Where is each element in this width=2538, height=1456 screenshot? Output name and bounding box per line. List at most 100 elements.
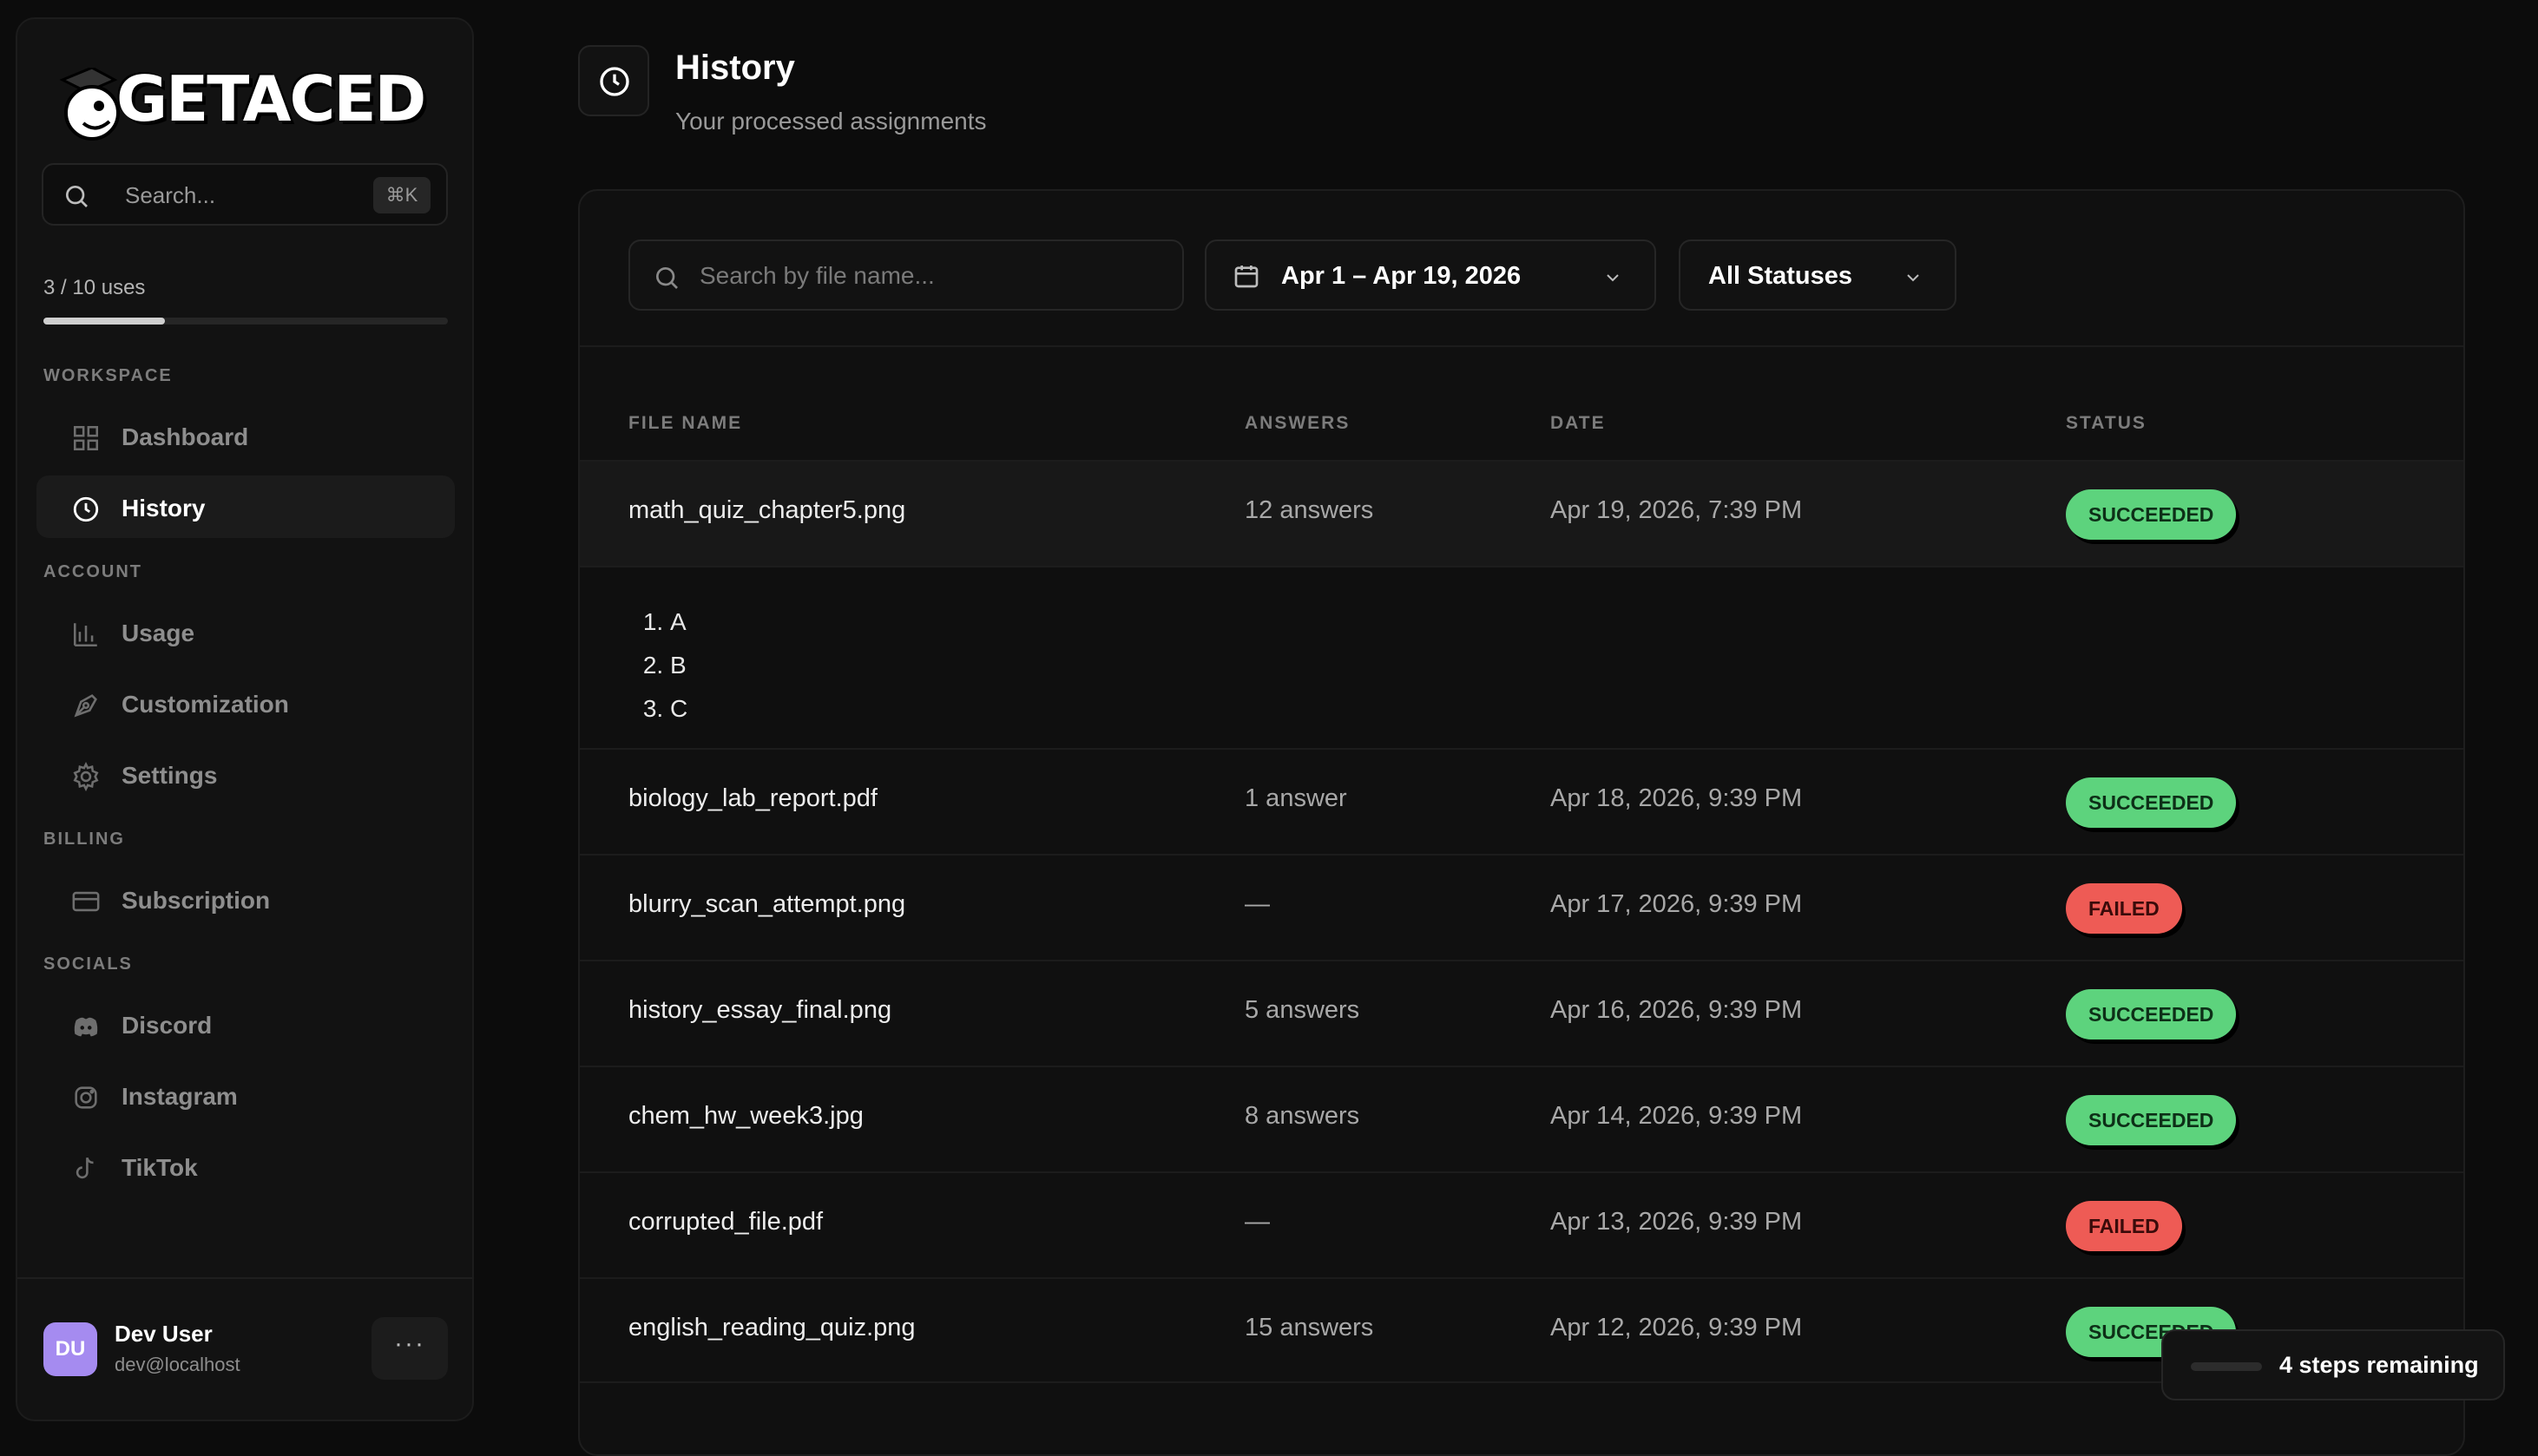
file-name: history_essay_final.png: [628, 996, 892, 1024]
user-name: Dev User: [115, 1321, 213, 1347]
answer-count: 8 answers: [1245, 1102, 1360, 1130]
sidebar-item-label: TikTok: [122, 1154, 198, 1181]
section-billing: BILLING: [43, 830, 125, 849]
clock-icon: [73, 496, 99, 522]
answer-item: C: [670, 687, 687, 731]
status-filter-value: All Statuses: [1708, 262, 1852, 290]
usage-counter: 3 / 10 uses: [43, 276, 146, 299]
search-icon: [656, 267, 678, 289]
processed-date: Apr 17, 2026, 9:39 PM: [1550, 890, 1803, 918]
date-range-picker[interactable]: Apr 1 – Apr 19, 2026: [1205, 239, 1656, 311]
expanded-answers: A B C: [580, 566, 2463, 748]
status-badge: FAILED: [2066, 1201, 2182, 1251]
file-name: blurry_scan_attempt.png: [628, 890, 906, 918]
processed-date: Apr 18, 2026, 9:39 PM: [1550, 784, 1803, 812]
status-badge: SUCCEEDED: [2066, 989, 2237, 1040]
sidebar-item-settings[interactable]: Settings: [36, 743, 455, 805]
table-row[interactable]: biology_lab_report.pdf 1 answer Apr 18, …: [580, 748, 2463, 854]
processed-date: Apr 13, 2026, 9:39 PM: [1550, 1208, 1803, 1236]
processed-date: Apr 14, 2026, 9:39 PM: [1550, 1102, 1803, 1130]
user-profile: DU Dev User dev@localhost ···: [17, 1277, 472, 1420]
sidebar-item-label: History: [122, 495, 206, 521]
sidebar: GETACED Search... ⌘K 3 / 10 uses WORKSPA…: [16, 17, 474, 1421]
status-badge: SUCCEEDED: [2066, 777, 2237, 828]
sidebar-item-instagram[interactable]: Instagram: [36, 1064, 455, 1126]
sidebar-item-customization[interactable]: Customization: [36, 672, 455, 734]
table-row[interactable]: chem_hw_week3.jpg 8 answers Apr 14, 2026…: [580, 1066, 2463, 1171]
search-shortcut-badge: ⌘K: [373, 177, 431, 213]
file-search-input[interactable]: Search by file name...: [628, 239, 1184, 311]
section-account: ACCOUNT: [43, 562, 142, 581]
table-row[interactable]: math_quiz_chapter5.png 12 answers Apr 19…: [580, 460, 2463, 566]
calendar-icon: [1234, 266, 1259, 288]
avatar[interactable]: DU: [43, 1322, 97, 1376]
history-panel: Search by file name... Apr 1 – Apr 19, 2…: [578, 189, 2465, 1456]
credit-card-icon: [72, 891, 100, 912]
answer-count: 15 answers: [1245, 1314, 1374, 1341]
chevron-down-icon: [1907, 274, 1919, 282]
user-email: dev@localhost: [115, 1354, 240, 1375]
page-title: History: [675, 49, 795, 87]
filter-bar: Search by file name... Apr 1 – Apr 19, 2…: [580, 191, 2463, 347]
sidebar-item-label: Usage: [122, 620, 195, 646]
page-header-icon: [578, 45, 649, 116]
sidebar-item-label: Subscription: [122, 887, 271, 914]
instagram-icon: [75, 1086, 97, 1109]
processed-date: Apr 12, 2026, 9:39 PM: [1550, 1314, 1803, 1341]
answer-count: —: [1245, 1208, 1270, 1236]
sidebar-item-label: Discord: [122, 1012, 213, 1039]
sidebar-item-dashboard[interactable]: Dashboard: [36, 404, 455, 467]
usage-progress-bar: [43, 318, 448, 325]
onboarding-steps-label: 4 steps remaining: [2279, 1352, 2479, 1378]
file-search-placeholder: Search by file name...: [700, 262, 935, 289]
bar-chart-icon: [73, 623, 97, 647]
sidebar-item-discord[interactable]: Discord: [36, 993, 455, 1055]
answer-count: 1 answer: [1245, 784, 1347, 812]
sidebar-item-label: Customization: [122, 691, 289, 718]
processed-date: Apr 16, 2026, 9:39 PM: [1550, 996, 1803, 1024]
column-header-answers[interactable]: ANSWERS: [1245, 413, 1350, 434]
table-row[interactable]: corrupted_file.pdf — Apr 13, 2026, 9:39 …: [580, 1171, 2463, 1277]
column-header-file[interactable]: FILE NAME: [628, 413, 742, 434]
processed-date: Apr 19, 2026, 7:39 PM: [1550, 496, 1803, 524]
column-header-status[interactable]: STATUS: [2066, 413, 2147, 434]
section-socials: SOCIALS: [43, 954, 133, 974]
search-icon: [66, 186, 88, 207]
sidebar-item-tiktok[interactable]: TikTok: [36, 1135, 455, 1197]
logo-wordmark: GETACED: [116, 62, 426, 135]
answers-list: A B C: [670, 600, 687, 731]
page-subtitle: Your processed assignments: [675, 108, 987, 134]
file-name: math_quiz_chapter5.png: [628, 496, 906, 524]
answer-count: —: [1245, 890, 1270, 918]
onboarding-progress-bar: [2191, 1362, 2262, 1371]
file-name: english_reading_quiz.png: [628, 1314, 916, 1341]
answer-count: 12 answers: [1245, 496, 1374, 524]
tiktok-icon: [76, 1157, 94, 1179]
sidebar-item-label: Instagram: [122, 1083, 238, 1110]
sidebar-search-placeholder: Search...: [125, 182, 216, 208]
table-row[interactable]: blurry_scan_attempt.png — Apr 17, 2026, …: [580, 854, 2463, 960]
status-badge: SUCCEEDED: [2066, 1095, 2237, 1145]
logo[interactable]: GETACED: [57, 50, 439, 163]
section-workspace: WORKSPACE: [43, 366, 173, 385]
sidebar-item-subscription[interactable]: Subscription: [36, 868, 455, 930]
status-badge: FAILED: [2066, 883, 2182, 934]
sidebar-item-usage[interactable]: Usage: [36, 600, 455, 663]
usage-progress-fill: [43, 318, 165, 325]
table-row[interactable]: history_essay_final.png 5 answers Apr 16…: [580, 960, 2463, 1066]
answer-item: B: [670, 644, 687, 687]
onboarding-steps-widget[interactable]: 4 steps remaining: [2161, 1329, 2505, 1400]
date-range-value: Apr 1 – Apr 19, 2026: [1281, 262, 1522, 290]
status-badge: SUCCEEDED: [2066, 489, 2237, 540]
clock-icon: [600, 67, 629, 96]
file-name: biology_lab_report.pdf: [628, 784, 878, 812]
answer-item: A: [670, 600, 687, 644]
sidebar-item-label: Dashboard: [122, 423, 249, 450]
sidebar-search[interactable]: Search... ⌘K: [42, 163, 448, 226]
sidebar-item-history[interactable]: History: [36, 475, 455, 538]
column-header-date[interactable]: DATE: [1550, 413, 1606, 434]
status-filter-select[interactable]: All Statuses: [1679, 239, 1956, 311]
file-name: chem_hw_week3.jpg: [628, 1102, 864, 1130]
gear-icon: [73, 762, 99, 791]
user-menu-button[interactable]: ···: [371, 1317, 448, 1380]
